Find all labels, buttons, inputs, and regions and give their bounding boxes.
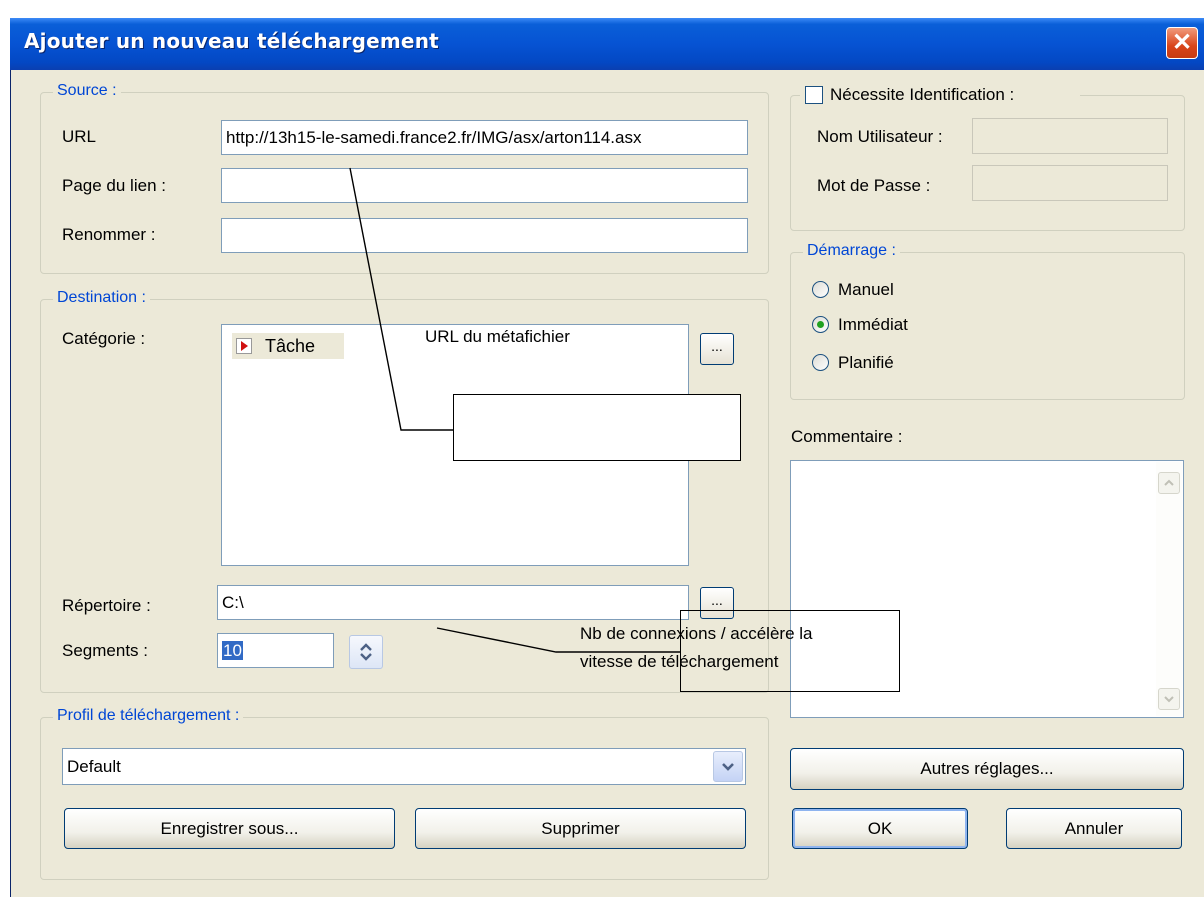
segments-callout-box xyxy=(680,610,900,692)
segments-note-line1: Nb de connexions / accélère la xyxy=(580,624,813,643)
segments-note-line2: vitesse de téléchargement xyxy=(580,652,779,671)
url-callout-box xyxy=(453,394,741,461)
